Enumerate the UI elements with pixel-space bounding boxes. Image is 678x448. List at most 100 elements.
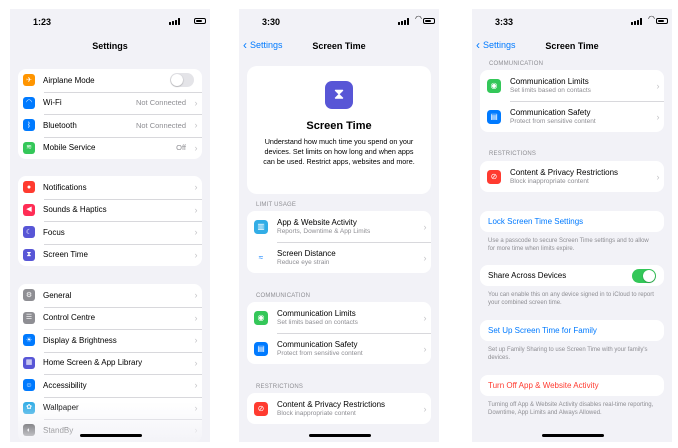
- chevron-right-icon: ›: [194, 290, 198, 301]
- turn-off-note: Turning off App & Website Activity disab…: [488, 402, 654, 416]
- content-privacy-row[interactable]: ⊘ Content & Privacy Restrictions Block i…: [247, 393, 431, 424]
- home-indicator[interactable]: [80, 434, 142, 437]
- airplane-icon: ✈: [23, 74, 35, 87]
- row-label: Display & Brightness: [43, 335, 117, 345]
- chevron-right-icon: ›: [423, 221, 427, 232]
- communication-limits-row[interactable]: ◉ Communication Limits Set limits based …: [247, 302, 431, 333]
- airplane-mode-row[interactable]: ✈ Airplane Mode: [18, 69, 202, 92]
- row-label: Notifications: [43, 182, 87, 192]
- communication-safety-row[interactable]: ▤ Communication Safety Protect from sens…: [480, 101, 664, 132]
- sounds-haptics-row[interactable]: ◀ Sounds & Haptics ›: [18, 198, 202, 222]
- mobile-service-row[interactable]: ≋ Mobile Service Off ›: [18, 136, 202, 160]
- status-bar: 3:30 ◠: [239, 9, 439, 31]
- nav-bar: ‹ Settings Screen Time: [239, 35, 439, 53]
- airplane-mode-toggle[interactable]: [170, 73, 194, 88]
- communication-safety-row[interactable]: ▤ Communication Safety Protect from sens…: [247, 333, 431, 364]
- notifications-row[interactable]: ● Notifications ›: [18, 176, 202, 199]
- sun-icon: ☀: [23, 334, 35, 347]
- chevron-right-icon: ›: [656, 111, 660, 122]
- screen-time-row[interactable]: ⧗ Screen Time ›: [18, 243, 202, 267]
- no-entry-icon: ⊘: [254, 401, 268, 416]
- chevron-right-icon: ›: [194, 380, 198, 391]
- chevron-right-icon: ›: [423, 312, 427, 323]
- accessibility-row[interactable]: ☺ Accessibility ›: [18, 374, 202, 397]
- chevron-right-icon: ›: [194, 182, 198, 193]
- person-icon: ◉: [254, 310, 268, 325]
- row-title: Content & Privacy Restrictions: [510, 167, 619, 177]
- chevron-right-icon: ›: [194, 204, 198, 215]
- communication-limits-row[interactable]: ◉ Communication Limits Set limits based …: [480, 70, 664, 101]
- lock-settings-group: Lock Screen Time Settings: [480, 211, 664, 232]
- no-entry-icon: ⊘: [487, 169, 501, 184]
- row-value: Not Connected: [135, 120, 186, 130]
- row-label: Accessibility: [43, 380, 87, 390]
- antenna-icon: ≋: [23, 141, 35, 154]
- status-time: 3:33: [495, 17, 514, 27]
- page-title: Screen Time: [312, 41, 366, 51]
- home-indicator[interactable]: [542, 434, 604, 437]
- wifi-status-icon: ◠: [415, 14, 422, 23]
- general-group: ⚙ General › ☰ Control Centre › ☀ Display…: [18, 284, 202, 442]
- row-subtitle: Reports, Downtime & App Limits: [277, 228, 371, 236]
- chevron-right-icon: ›: [194, 249, 198, 260]
- general-row[interactable]: ⚙ General ›: [18, 284, 202, 307]
- row-subtitle: Protect from sensitive content: [510, 118, 596, 126]
- bluetooth-icon: ᛒ: [23, 119, 35, 132]
- row-subtitle: Block inappropriate content: [277, 410, 356, 418]
- row-label: Screen Time: [43, 250, 88, 260]
- chevron-right-icon: ›: [423, 403, 427, 414]
- section-header-communication: COMMUNICATION: [489, 61, 544, 67]
- set-up-family-button[interactable]: Set Up Screen Time for Family: [480, 320, 664, 341]
- row-subtitle: Reduce eye strain: [277, 259, 330, 267]
- row-title: Communication Safety: [277, 339, 358, 349]
- home-screen-row[interactable]: ▦ Home Screen & App Library ›: [18, 351, 202, 375]
- moon-icon: ☾: [23, 226, 35, 239]
- content-privacy-row[interactable]: ⊘ Content & Privacy Restrictions Block i…: [480, 161, 664, 192]
- control-centre-row[interactable]: ☰ Control Centre ›: [18, 306, 202, 330]
- restrictions-group: ⊘ Content & Privacy Restrictions Block i…: [247, 393, 431, 424]
- share-group: Share Across Devices: [480, 265, 664, 286]
- communication-group: ◉ Communication Limits Set limits based …: [480, 70, 664, 132]
- screen-distance-row[interactable]: ≈ Screen Distance Reduce eye strain ›: [247, 242, 431, 273]
- person-icon: ◉: [487, 78, 501, 93]
- screen-time-screen: 3:30 ◠ ‹ Settings Screen Time ⧗ Screen T…: [239, 9, 439, 442]
- restrictions-group: ⊘ Content & Privacy Restrictions Block i…: [480, 161, 664, 192]
- app-website-activity-row[interactable]: ▥ App & Website Activity Reports, Downti…: [247, 211, 431, 242]
- home-indicator[interactable]: [309, 434, 371, 437]
- gear-icon: ⚙: [23, 289, 35, 302]
- share-across-devices-toggle[interactable]: [632, 268, 656, 283]
- wifi-icon: ◠: [23, 96, 35, 109]
- battery-icon: [194, 18, 206, 24]
- share-note: You can enable this on any device signed…: [488, 292, 654, 306]
- turn-off-activity-button[interactable]: Turn Off App & Website Activity: [480, 375, 664, 396]
- row-title: Screen Distance: [277, 248, 336, 258]
- display-brightness-row[interactable]: ☀ Display & Brightness ›: [18, 329, 202, 352]
- lock-screen-time-settings-button[interactable]: Lock Screen Time Settings: [480, 211, 664, 232]
- communication-group: ◉ Communication Limits Set limits based …: [247, 302, 431, 364]
- chevron-right-icon: ›: [656, 80, 660, 91]
- focus-row[interactable]: ☾ Focus ›: [18, 221, 202, 244]
- nav-bar: Settings: [10, 35, 210, 53]
- share-across-devices-row: Share Across Devices: [480, 265, 664, 286]
- chevron-right-icon: ›: [194, 335, 198, 346]
- hero-title: Screen Time: [306, 120, 372, 132]
- status-bar: 1:23: [10, 9, 210, 31]
- nav-bar: ‹ Settings Screen Time: [472, 35, 672, 53]
- wifi-status-icon: ◠: [648, 14, 655, 23]
- wifi-row[interactable]: ◠ Wi-Fi Not Connected ›: [18, 91, 202, 115]
- wallpaper-row[interactable]: ✿ Wallpaper ›: [18, 396, 202, 420]
- share-label: Share Across Devices: [488, 271, 567, 280]
- chevron-right-icon: ›: [194, 357, 198, 368]
- signal-icon: [169, 18, 180, 25]
- hero-description: Understand how much time you spend on yo…: [263, 137, 415, 166]
- chevron-right-icon: ›: [194, 142, 198, 153]
- settings-screen: 1:23 Settings ✈ Airplane Mode ◠ Wi-Fi No…: [10, 9, 210, 442]
- row-label: Sounds & Haptics: [43, 205, 107, 215]
- bell-icon: ●: [23, 181, 35, 194]
- row-title: Content & Privacy Restrictions: [277, 399, 386, 409]
- row-label: Mobile Service: [43, 143, 96, 153]
- standby-row[interactable]: ◐ StandBy ›: [18, 419, 202, 442]
- bluetooth-row[interactable]: ᛒ Bluetooth Not Connected ›: [18, 114, 202, 137]
- chevron-right-icon: ›: [194, 312, 198, 323]
- row-value: Not Connected: [135, 98, 186, 108]
